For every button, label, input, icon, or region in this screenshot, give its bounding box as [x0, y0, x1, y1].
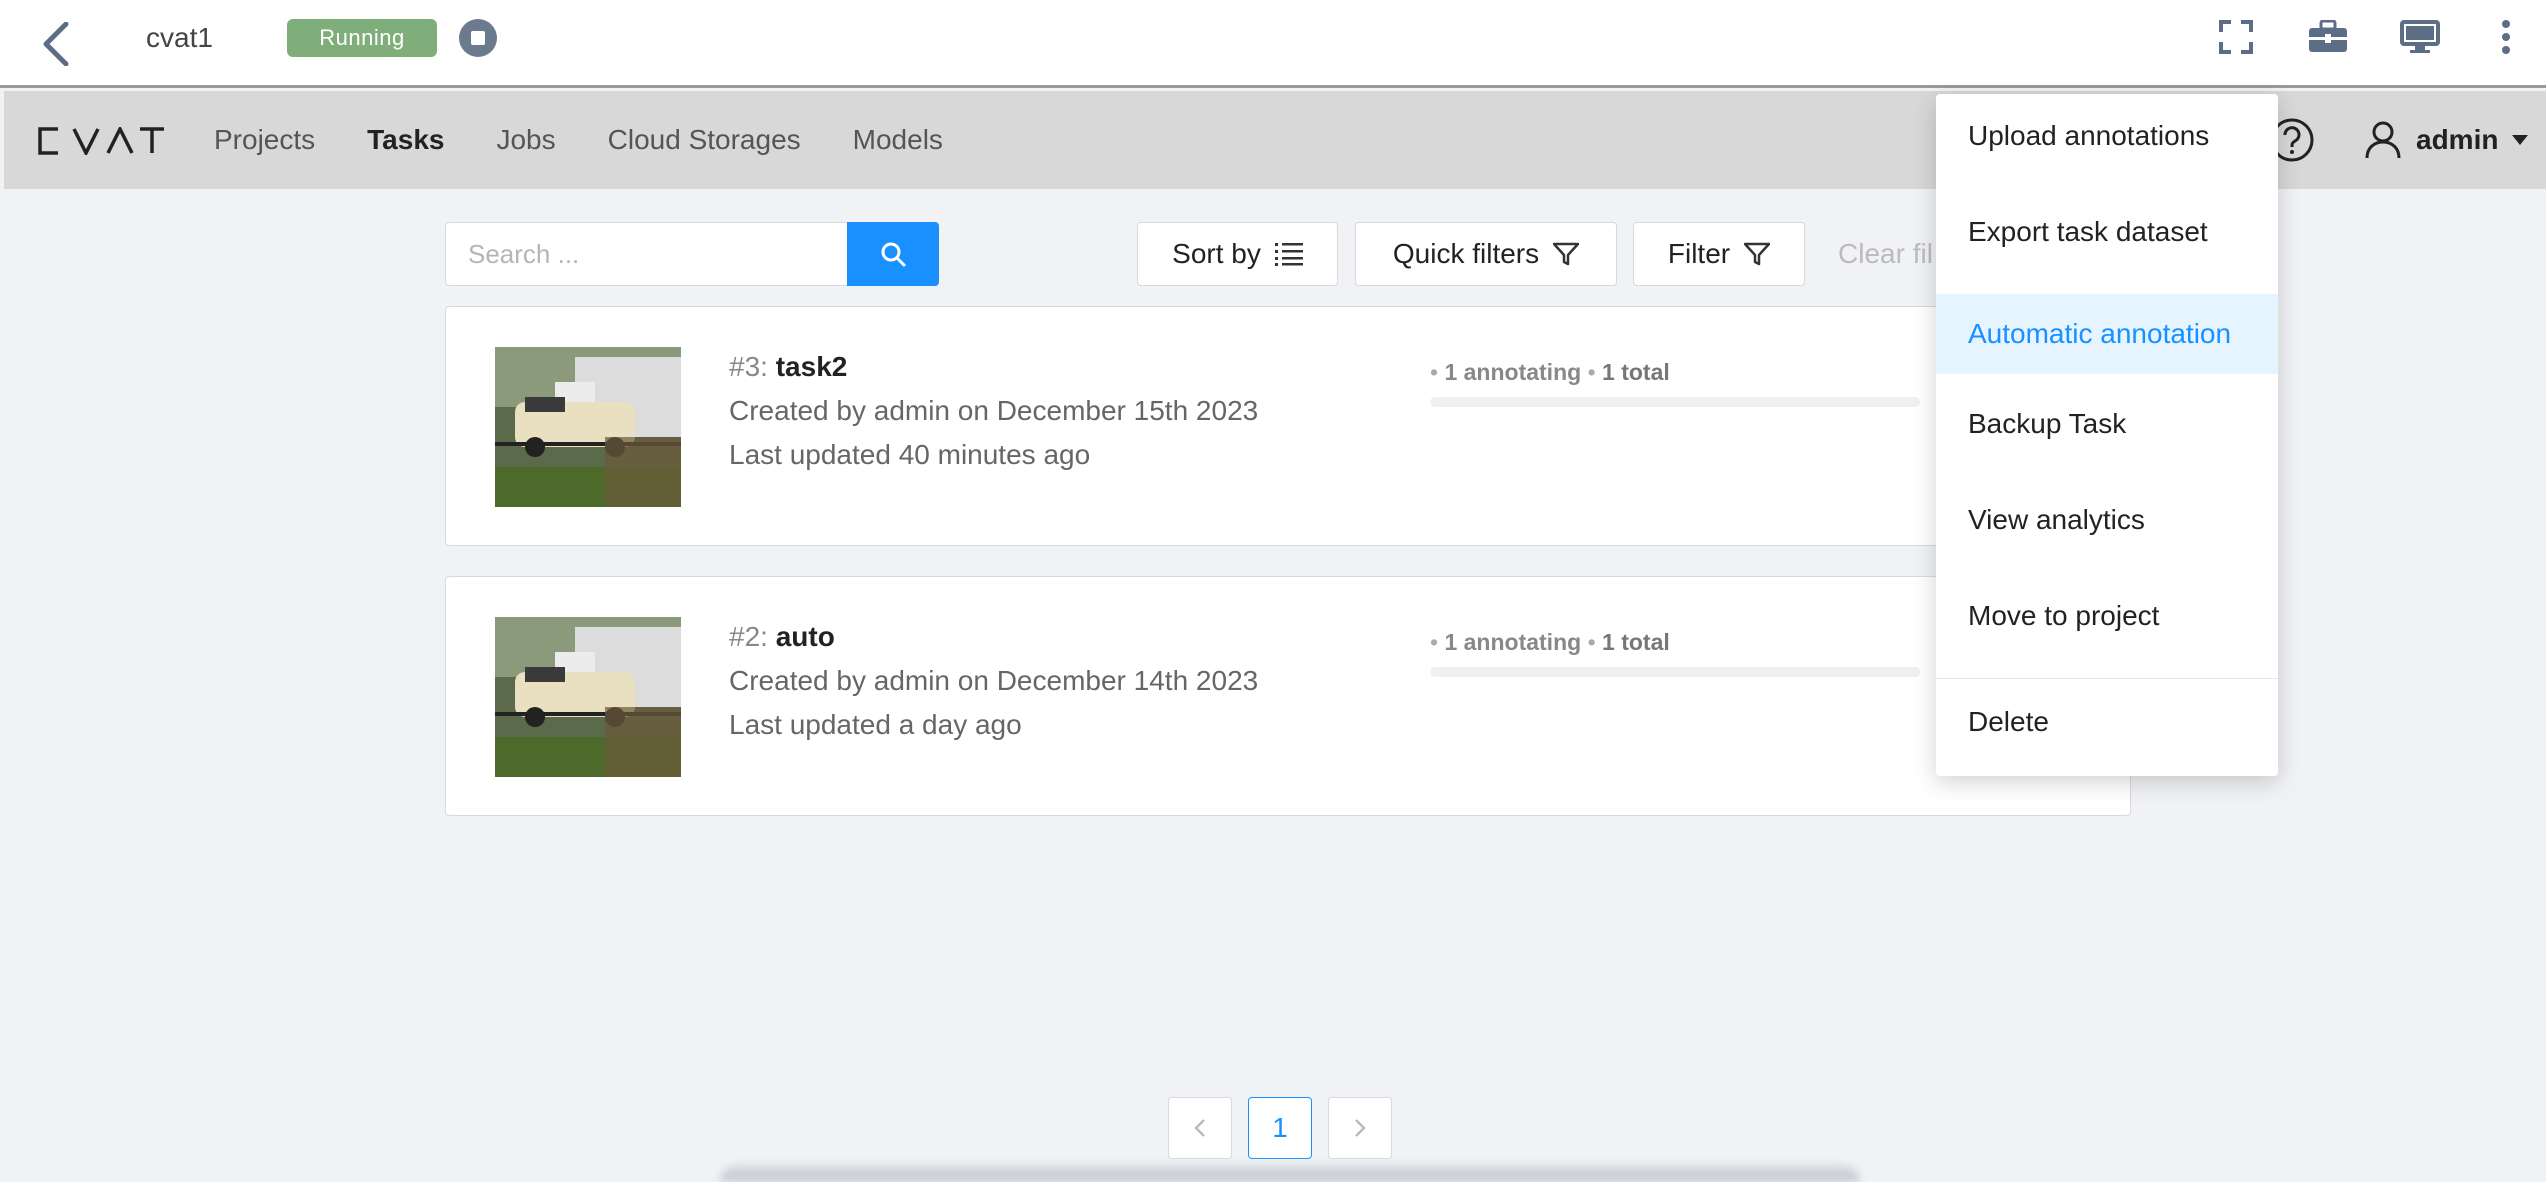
nav-projects[interactable]: Projects	[214, 124, 315, 156]
toolbox-icon	[2309, 20, 2347, 52]
nav-jobs[interactable]: Jobs	[496, 124, 555, 156]
funnel-icon	[1553, 242, 1580, 266]
stop-button[interactable]	[459, 19, 497, 57]
nav-models[interactable]: Models	[853, 124, 943, 156]
task-created: Created by admin on December 14th 2023	[729, 665, 1259, 696]
fullscreen-button[interactable]	[2190, 0, 2282, 74]
sort-list-icon	[1274, 243, 1303, 266]
sort-by-button[interactable]: Sort by	[1137, 222, 1338, 286]
search-input[interactable]	[445, 222, 848, 286]
nav-cloud-storages[interactable]: Cloud Storages	[608, 124, 801, 156]
task-updated: Last updated 40 minutes ago	[729, 439, 1091, 470]
cvat-logo[interactable]	[36, 125, 166, 157]
toolbox-button[interactable]	[2282, 0, 2374, 74]
task-actions-menu: Upload annotations Export task dataset A…	[1936, 94, 2278, 776]
display-button[interactable]	[2374, 0, 2466, 74]
caret-down-icon	[2512, 135, 2529, 145]
chevron-left-icon	[43, 22, 69, 66]
quick-filters-button[interactable]: Quick filters	[1355, 222, 1617, 286]
search-icon	[881, 242, 906, 267]
main-nav: Projects Tasks Jobs Cloud Storages Model…	[214, 91, 995, 189]
app-top-bar: cvat1 Running	[0, 0, 2546, 88]
clear-filters-button[interactable]: Clear fil	[1838, 238, 1933, 270]
annotating-count: 1 annotating	[1444, 359, 1582, 385]
menu-delete[interactable]: Delete	[1936, 682, 2278, 762]
chevron-right-icon	[1355, 1119, 1366, 1137]
sort-by-label: Sort by	[1172, 238, 1261, 269]
page-1-button[interactable]: 1	[1248, 1097, 1312, 1159]
task-title: #3: task2	[729, 351, 847, 383]
fullscreen-icon	[2219, 20, 2253, 54]
menu-automatic-annotation[interactable]: Automatic annotation	[1936, 294, 2278, 374]
back-button[interactable]	[36, 14, 76, 74]
total-count: 1 total	[1602, 629, 1670, 655]
task-name[interactable]: auto	[776, 621, 835, 652]
prev-page-button[interactable]	[1168, 1097, 1232, 1159]
task-preview-image[interactable]	[495, 617, 681, 777]
task-id: #3:	[729, 351, 768, 382]
nav-tasks[interactable]: Tasks	[367, 124, 444, 156]
more-options-button[interactable]	[2466, 0, 2546, 74]
menu-view-analytics[interactable]: View analytics	[1936, 480, 2278, 560]
filter-label: Filter	[1667, 238, 1731, 269]
task-progress-bar	[1430, 397, 1920, 407]
filter-button[interactable]: Filter	[1633, 222, 1805, 286]
task-progress-bar	[1430, 667, 1920, 677]
task-card[interactable]: #3: task2 Created by admin on December 1…	[445, 306, 2131, 546]
vm-name: cvat1	[146, 22, 213, 53]
monitor-icon	[2400, 20, 2440, 53]
task-card[interactable]: #2: auto Created by admin on December 14…	[445, 576, 2131, 816]
task-created: Created by admin on December 15th 2023	[729, 395, 1259, 426]
bottom-shadow	[720, 1165, 1860, 1182]
menu-upload-annotations[interactable]: Upload annotations	[1936, 96, 2278, 176]
stop-icon	[471, 31, 485, 45]
more-vertical-icon	[2502, 20, 2510, 54]
menu-divider	[1936, 678, 2278, 679]
task-progress-label: • 1 annotating • 1 total	[1430, 629, 1670, 655]
total-count: 1 total	[1602, 359, 1670, 385]
cvat-logo-icon	[38, 127, 164, 155]
task-progress-label: • 1 annotating • 1 total	[1430, 359, 1670, 385]
task-updated: Last updated a day ago	[729, 709, 1022, 740]
funnel-icon	[1744, 242, 1771, 266]
search-button[interactable]	[847, 222, 939, 286]
menu-move-to-project[interactable]: Move to project	[1936, 576, 2278, 656]
task-name[interactable]: task2	[776, 351, 848, 382]
task-id: #2:	[729, 621, 768, 652]
next-page-button[interactable]	[1328, 1097, 1392, 1159]
username: admin	[2416, 124, 2499, 155]
user-icon	[2365, 121, 2401, 159]
annotating-count: 1 annotating	[1444, 629, 1582, 655]
quick-filters-label: Quick filters	[1392, 238, 1540, 269]
status-badge: Running	[287, 19, 437, 57]
chevron-left-icon	[1194, 1119, 1205, 1137]
task-preview-image[interactable]	[495, 347, 681, 507]
task-title: #2: auto	[729, 621, 835, 653]
menu-backup-task[interactable]: Backup Task	[1936, 384, 2278, 464]
menu-export-task-dataset[interactable]: Export task dataset	[1936, 192, 2278, 272]
user-menu[interactable]: admin	[2364, 113, 2529, 167]
